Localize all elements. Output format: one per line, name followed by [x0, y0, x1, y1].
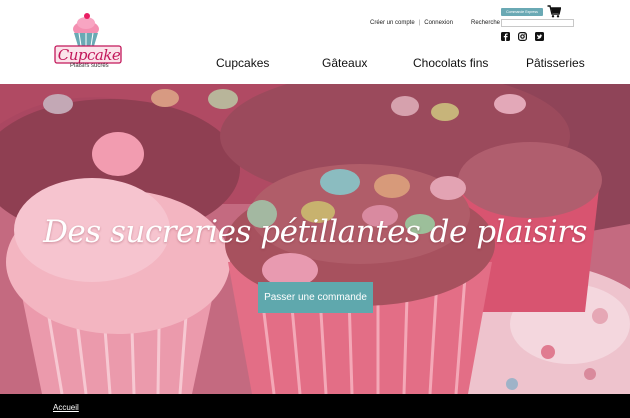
facebook-icon[interactable]: [501, 32, 510, 41]
site-footer: Accueil: [0, 394, 630, 418]
brand-name: Cupcake: [57, 46, 121, 64]
nav-item-chocolats-fins[interactable]: Chocolats fins: [413, 56, 488, 70]
cart-icon[interactable]: [547, 5, 561, 18]
place-order-button[interactable]: Passer une commande: [258, 282, 373, 313]
login-link[interactable]: Connexion: [424, 20, 453, 26]
hero-title: Des sucreries pétillantes de plaisirs: [43, 214, 587, 250]
twitter-icon[interactable]: [535, 32, 544, 41]
nav-item-patisseries[interactable]: Pâtisseries: [526, 56, 585, 70]
footer-home-link[interactable]: Accueil: [53, 403, 79, 412]
link-separator: |: [418, 20, 421, 26]
nav-item-gateaux[interactable]: Gâteaux: [322, 56, 367, 70]
hero-banner: Des sucreries pétillantes de plaisirs Pa…: [0, 84, 630, 394]
instagram-icon[interactable]: [518, 32, 527, 41]
search-input[interactable]: [501, 19, 574, 27]
search-label: Recherche: [471, 20, 501, 26]
brand-tagline: Plaisirs sucrés: [70, 63, 109, 69]
nav-item-cupcakes[interactable]: Cupcakes: [216, 56, 269, 70]
create-account-link[interactable]: Créer un compte: [370, 20, 415, 26]
account-links: Créer un compte | Connexion: [370, 20, 453, 26]
order-tracking-button[interactable]: Commande Express: [501, 8, 543, 16]
site-header: Cupcake Plaisirs sucrés Créer un compte |…: [0, 0, 630, 84]
brand-logo[interactable]: Cupcake Plaisirs sucrés: [52, 12, 126, 72]
